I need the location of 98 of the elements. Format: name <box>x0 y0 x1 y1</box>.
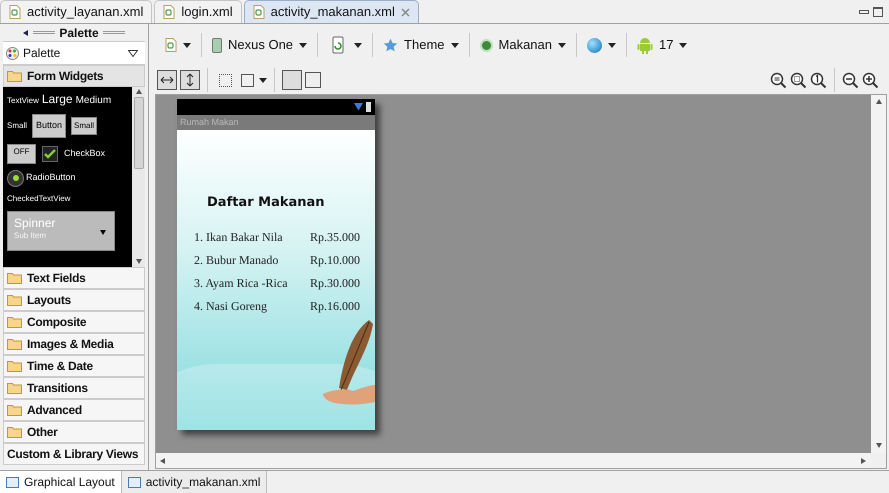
dropdown-caret-icon[interactable] <box>299 42 308 48</box>
menu-item-name: 4. Nasi Goreng <box>194 298 268 314</box>
scroll-up-arrow-icon[interactable] <box>136 89 142 95</box>
widget-button[interactable]: Button <box>32 114 66 138</box>
scroll-up-arrow-icon[interactable] <box>876 99 882 105</box>
page-heading: Daftar Makanan <box>207 194 326 212</box>
menu-item-name: 2. Bubur Manado <box>194 252 280 268</box>
scrollbar[interactable] <box>132 87 145 267</box>
maximize-icon[interactable] <box>873 7 883 17</box>
layout-icon[interactable] <box>305 72 321 88</box>
activity-icon <box>480 38 493 52</box>
menu-item-name: 3. Ayam Rica -Rica <box>194 274 289 292</box>
dropdown-caret-icon[interactable] <box>354 42 362 48</box>
collapse-arrow-icon[interactable] <box>23 30 30 36</box>
star-icon <box>383 38 398 52</box>
palette-category[interactable]: Other <box>3 421 145 443</box>
dropdown-caret-icon[interactable] <box>608 42 616 48</box>
wifi-icon <box>354 102 363 112</box>
tab-icon <box>128 476 141 488</box>
menu-item-price: Rp.10.000 <box>310 252 360 268</box>
device-icon <box>212 38 222 52</box>
editor-tab[interactable]: activity_makanan.xml <box>244 0 419 23</box>
dropdown-caret-icon[interactable] <box>679 42 688 48</box>
palette-category[interactable]: Layouts <box>3 289 145 311</box>
xml-file-icon <box>165 38 177 52</box>
palette-category[interactable]: Text Fields <box>3 267 145 289</box>
dropdown-caret-icon[interactable] <box>259 78 267 82</box>
toggle-button[interactable]: OFF <box>7 144 36 164</box>
folder-icon <box>7 272 22 284</box>
palette-category[interactable]: Advanced <box>3 399 145 421</box>
tab-icon <box>6 476 19 488</box>
palette-category[interactable]: Form Widgets <box>3 65 145 87</box>
folder-icon <box>7 360 22 372</box>
xml-file-icon <box>9 5 21 19</box>
widget-label: RadioButton <box>26 171 76 184</box>
palette-category[interactable]: Custom & Library Views <box>3 443 145 465</box>
margins-icon[interactable] <box>219 74 232 86</box>
zoom-actual-icon[interactable] <box>810 72 827 88</box>
theme-selector[interactable]: Theme <box>404 35 445 55</box>
widget-button[interactable]: Small <box>71 116 98 135</box>
menu-item-price: Rp.30.000 <box>310 274 360 292</box>
xml-file-icon <box>252 5 265 19</box>
android-icon <box>637 36 653 54</box>
folder-icon <box>7 316 22 328</box>
dropdown-caret-icon[interactable] <box>100 230 106 236</box>
dropdown-caret-icon[interactable] <box>128 50 138 56</box>
palette-icon <box>6 46 19 60</box>
menu-item-price: Rp.16.000 <box>310 298 360 314</box>
menu-item-price: Rp.35.000 <box>310 228 360 246</box>
palette-category[interactable]: Time & Date <box>3 355 145 377</box>
widget-label[interactable]: CheckedTextView <box>7 192 128 204</box>
widget-label[interactable]: Medium <box>76 93 112 108</box>
close-icon[interactable] <box>400 8 410 16</box>
editor-mode-tab[interactable]: activity_makanan.xml <box>122 471 268 493</box>
layout-icon[interactable] <box>282 70 302 90</box>
resize-icon[interactable] <box>241 74 254 86</box>
zoom-in-icon[interactable] <box>862 72 879 88</box>
editor-tab[interactable]: login.xml <box>154 0 242 23</box>
zoom-fit-icon[interactable] <box>770 72 787 88</box>
zoom-fill-icon[interactable] <box>790 72 807 88</box>
radio-button[interactable] <box>7 170 24 186</box>
folder-icon <box>7 70 22 82</box>
xml-file-icon <box>163 5 176 19</box>
folder-icon <box>7 338 22 350</box>
scroll-down-arrow-icon[interactable] <box>136 259 142 265</box>
palette-category[interactable]: Images & Media <box>3 333 145 355</box>
palette-category[interactable]: Composite <box>3 311 145 333</box>
folder-icon <box>7 404 22 416</box>
widget-label[interactable]: Large <box>42 90 73 108</box>
fill-height-icon[interactable] <box>180 70 200 90</box>
scroll-down-arrow-icon[interactable] <box>876 443 882 449</box>
fill-width-icon[interactable] <box>157 70 177 90</box>
menu-item-name: 1. Ikan Bakar Nila <box>194 228 284 246</box>
globe-icon[interactable] <box>587 38 602 52</box>
device-selector[interactable]: Nexus One <box>228 35 294 55</box>
app-title-bar: Rumah Makan <box>177 115 375 130</box>
zoom-out-icon[interactable] <box>842 72 859 88</box>
battery-icon <box>366 102 371 112</box>
editor-mode-tab[interactable]: Graphical Layout <box>0 471 122 493</box>
folder-icon <box>7 294 22 306</box>
widget-label[interactable]: Small <box>7 120 28 132</box>
scroll-left-arrow-icon[interactable] <box>160 458 166 464</box>
checkbox[interactable] <box>42 146 58 162</box>
palette-category[interactable]: Transitions <box>3 377 145 399</box>
widget-label[interactable]: TextView <box>7 95 39 107</box>
editor-tab[interactable]: activity_layanan.xml <box>0 0 152 23</box>
palette-dropdown[interactable]: Palette <box>3 41 145 65</box>
palette-title: Palette <box>59 24 99 42</box>
widget-label: CheckBox <box>64 146 106 160</box>
dropdown-caret-icon[interactable] <box>558 42 566 48</box>
minimize-icon[interactable] <box>859 10 869 14</box>
dropdown-caret-icon[interactable] <box>183 42 191 48</box>
folder-icon <box>7 426 22 438</box>
activity-selector[interactable]: Makanan <box>498 35 552 55</box>
scroll-right-arrow-icon[interactable] <box>861 458 867 464</box>
api-level-selector[interactable]: 17 <box>659 35 674 55</box>
folder-icon <box>7 382 22 394</box>
dropdown-caret-icon[interactable] <box>450 42 459 48</box>
